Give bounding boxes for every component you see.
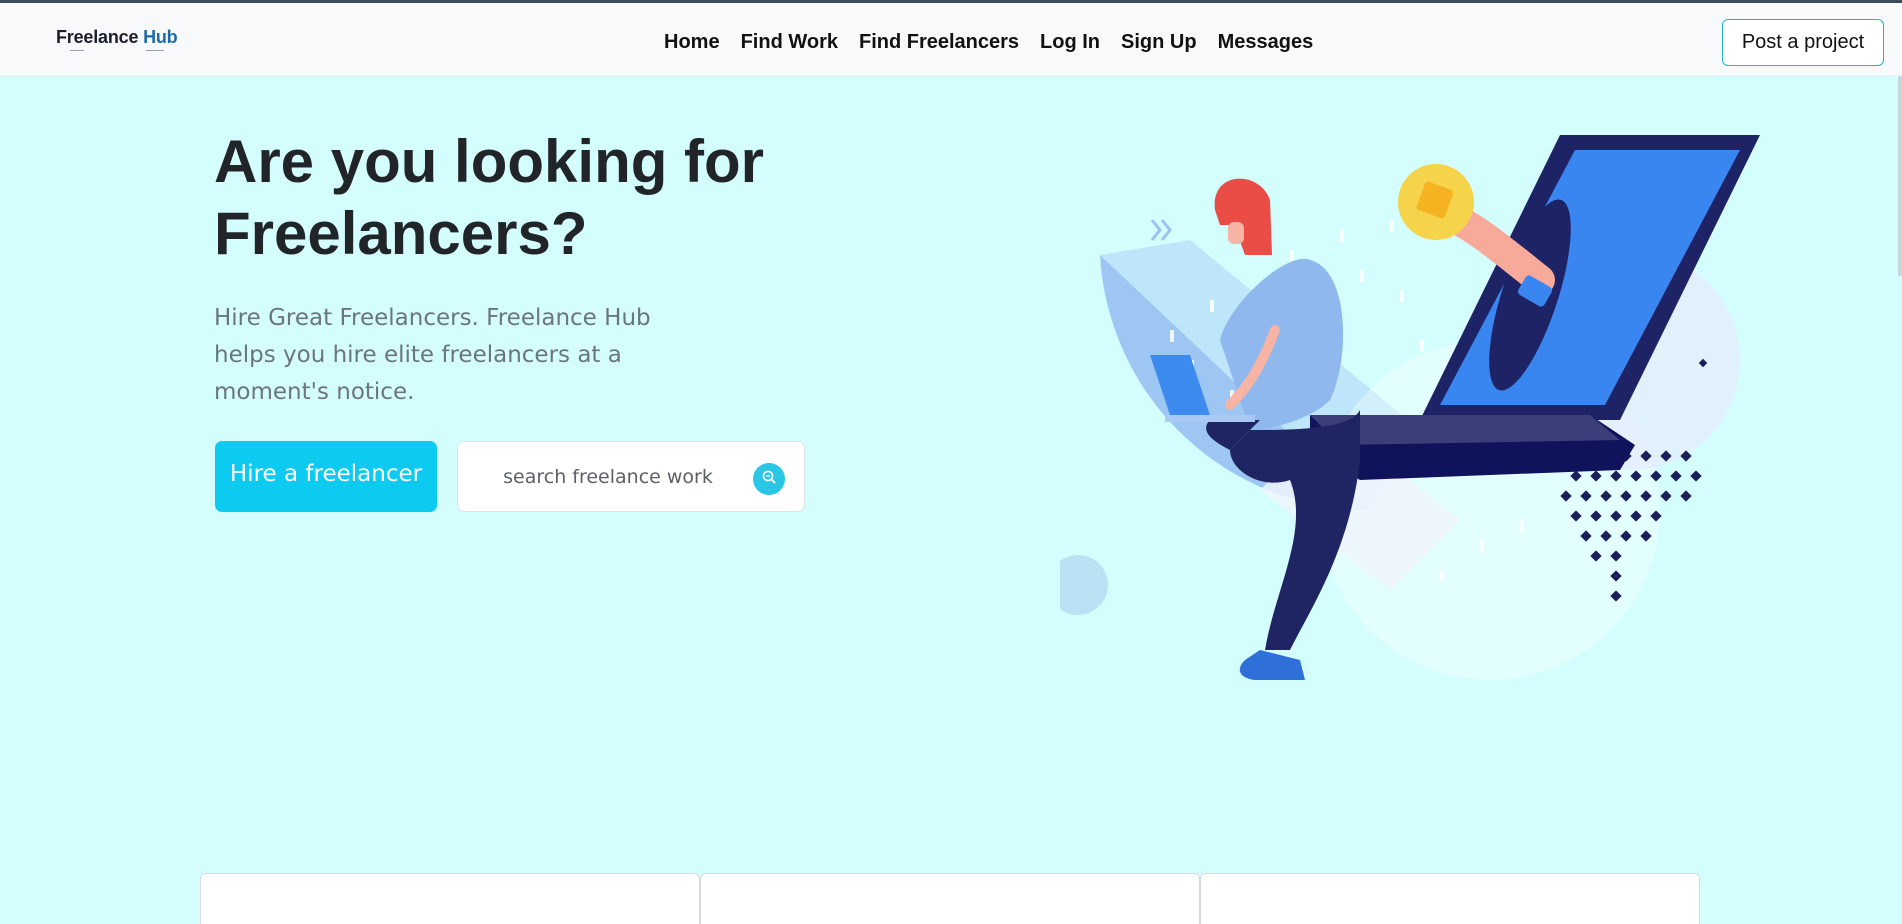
nav-link-find-freelancers[interactable]: Find Freelancers: [859, 31, 1019, 54]
brand-logo[interactable]: Freelance Hub: [56, 27, 178, 48]
hero-illustration: [1048, 130, 1760, 690]
nav-link-sign-up[interactable]: Sign Up: [1121, 31, 1197, 54]
nav-link-messages[interactable]: Messages: [1218, 31, 1314, 54]
brand-underline: [70, 50, 180, 51]
nav-link-find-work[interactable]: Find Work: [741, 31, 838, 54]
feature-card[interactable]: [700, 873, 1200, 924]
post-project-button[interactable]: Post a project: [1722, 19, 1884, 66]
nav-link-log-in[interactable]: Log In: [1040, 31, 1100, 54]
search-button[interactable]: [753, 463, 785, 495]
brand-name-first: Freelance: [56, 27, 139, 47]
hire-freelancer-button[interactable]: Hire a freelancer: [215, 441, 437, 512]
brand-name-second: Hub: [143, 27, 178, 47]
search-bar: [457, 441, 805, 512]
scrollbar[interactable]: [1898, 76, 1902, 276]
hero-subtitle: Hire Great Freelancers. Freelance Hub he…: [214, 305, 651, 405]
navbar: Freelance Hub Home Find Work Find Freela…: [0, 3, 1902, 76]
main-nav: Home Find Work Find Freelancers Log In S…: [664, 31, 1334, 54]
hero-title: Are you looking for Freelancers?: [214, 128, 765, 267]
feature-card[interactable]: [1200, 873, 1700, 924]
feature-card[interactable]: [200, 873, 700, 924]
nav-link-home[interactable]: Home: [664, 31, 720, 54]
search-input[interactable]: [478, 460, 738, 494]
search-icon: [761, 469, 777, 489]
